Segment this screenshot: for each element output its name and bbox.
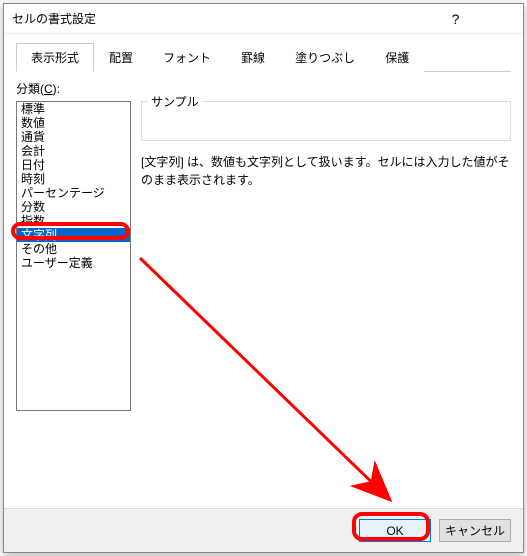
category-item[interactable]: その他 xyxy=(17,242,130,256)
tab-1[interactable]: 配置 xyxy=(94,43,148,72)
format-description: [文字列] は、数値も文字列として扱います。セルには入力した値がそのまま表示され… xyxy=(141,153,511,189)
category-item[interactable]: パーセンテージ xyxy=(17,186,130,200)
dialog-content: 表示形式配置フォント罫線塗りつぶし保護 分類(C): 標準数値通貨会計日付時刻パ… xyxy=(4,34,523,508)
close-button[interactable] xyxy=(478,4,523,34)
tab-5[interactable]: 保護 xyxy=(370,43,424,72)
category-item[interactable]: 標準 xyxy=(17,102,130,116)
help-icon xyxy=(452,11,460,27)
category-item[interactable]: 指数 xyxy=(17,214,130,228)
number-format-panel: 分類(C): 標準数値通貨会計日付時刻パーセンテージ分数指数文字列その他ユーザー… xyxy=(16,80,511,508)
tab-0[interactable]: 表示形式 xyxy=(16,43,94,72)
category-item[interactable]: 文字列 xyxy=(17,228,130,242)
tab-2[interactable]: フォント xyxy=(148,43,226,72)
main-area: 標準数値通貨会計日付時刻パーセンテージ分数指数文字列その他ユーザー定義 サンプル… xyxy=(16,101,511,508)
help-button[interactable] xyxy=(433,4,478,34)
category-label: 分類(C): xyxy=(16,80,511,97)
tab-strip: 表示形式配置フォント罫線塗りつぶし保護 xyxy=(16,42,511,72)
dialog-footer: OK キャンセル xyxy=(4,508,523,552)
tab-3[interactable]: 罫線 xyxy=(226,43,280,72)
format-detail-pane: サンプル [文字列] は、数値も文字列として扱います。セルには入力した値がそのま… xyxy=(141,101,511,508)
category-item[interactable]: 時刻 xyxy=(17,172,130,186)
category-item[interactable]: 数値 xyxy=(17,116,130,130)
category-item[interactable]: 通貨 xyxy=(17,130,130,144)
titlebar: セルの書式設定 xyxy=(4,4,523,34)
cancel-button[interactable]: キャンセル xyxy=(439,519,511,542)
category-item[interactable]: 会計 xyxy=(17,144,130,158)
category-listbox[interactable]: 標準数値通貨会計日付時刻パーセンテージ分数指数文字列その他ユーザー定義 xyxy=(16,101,131,411)
ok-button[interactable]: OK xyxy=(359,519,431,542)
sample-group: サンプル xyxy=(141,101,511,141)
category-item[interactable]: 分数 xyxy=(17,200,130,214)
window-title: セルの書式設定 xyxy=(12,10,433,27)
format-cells-dialog: セルの書式設定 表示形式配置フォント罫線塗りつぶし保護 分類(C): 標準数値通… xyxy=(3,3,524,553)
category-item[interactable]: 日付 xyxy=(17,158,130,172)
tab-4[interactable]: 塗りつぶし xyxy=(280,43,370,72)
sample-label: サンプル xyxy=(148,93,202,110)
category-item[interactable]: ユーザー定義 xyxy=(17,256,130,270)
